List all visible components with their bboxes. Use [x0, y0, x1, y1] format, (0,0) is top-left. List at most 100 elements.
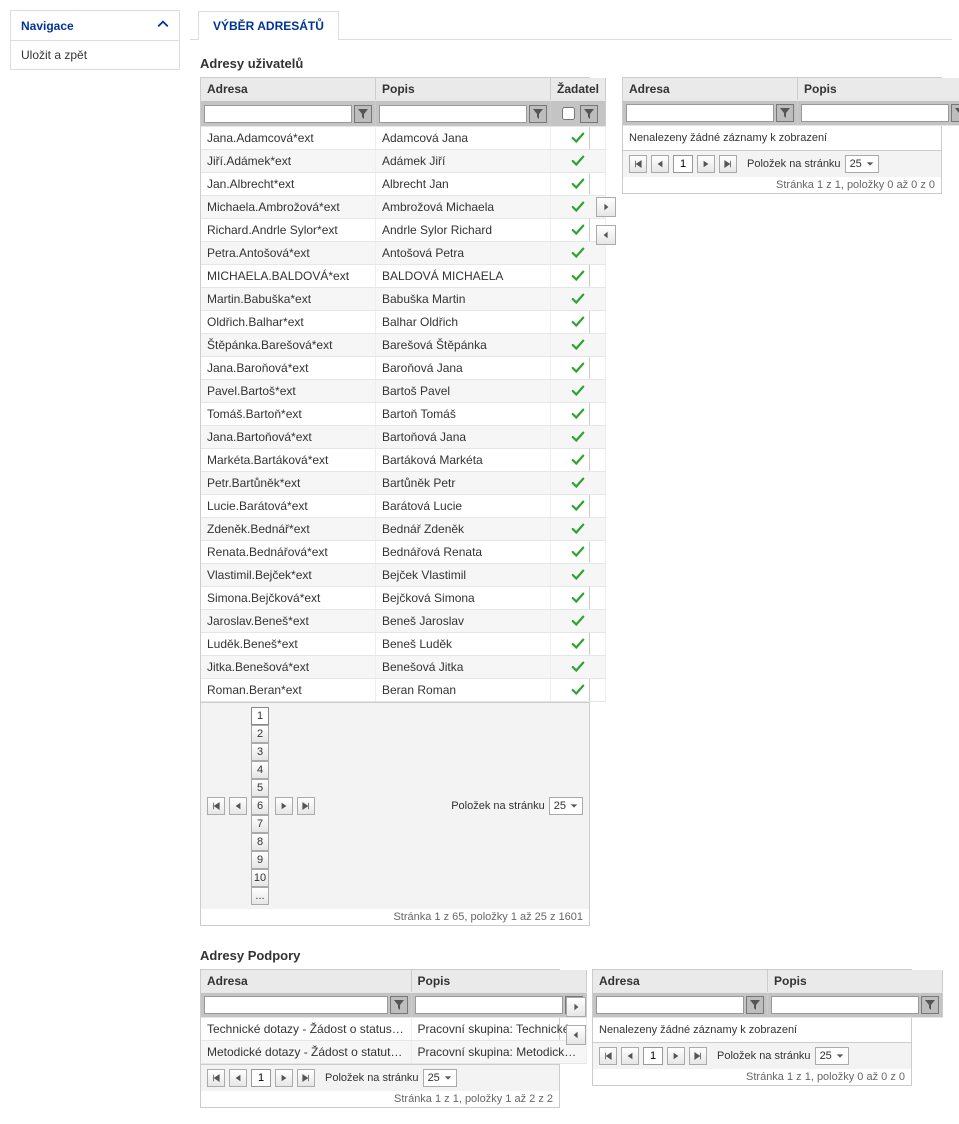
pager-page[interactable]: ...: [251, 887, 269, 905]
pager-next-icon[interactable]: [275, 797, 293, 815]
table-row[interactable]: Jan.Albrecht*extAlbrecht Jan: [201, 173, 606, 196]
table-row[interactable]: Renata.Bednářová*extBednářová Renata: [201, 541, 606, 564]
pager-page[interactable]: 6: [251, 797, 269, 815]
table-row[interactable]: Jana.Adamcová*extAdamcová Jana: [201, 127, 606, 150]
filter-adresa-input[interactable]: [626, 104, 774, 122]
pager-page-input[interactable]: [643, 1047, 663, 1065]
pager-page-input[interactable]: [251, 1069, 271, 1087]
cell-popis: Bednářová Renata: [376, 541, 551, 564]
pager-page[interactable]: 4: [251, 761, 269, 779]
table-row[interactable]: Michaela.Ambrožová*extAmbrožová Michaela: [201, 196, 606, 219]
cell-zadatel: [551, 380, 606, 403]
page-size-select[interactable]: 25: [845, 155, 879, 173]
cell-adresa: Simona.Bejčková*ext: [201, 587, 376, 610]
col-popis[interactable]: Popis: [798, 78, 959, 101]
cell-popis: Andrle Sylor Richard: [376, 219, 551, 242]
table-row[interactable]: Luděk.Beneš*extBeneš Luděk: [201, 633, 606, 656]
pager-last-icon[interactable]: [719, 155, 737, 173]
filter-adresa-input[interactable]: [204, 105, 352, 123]
table-row[interactable]: Richard.Andrle Sylor*extAndrle Sylor Ric…: [201, 219, 606, 242]
pager-next-icon[interactable]: [275, 1069, 293, 1087]
table-row[interactable]: Jitka.Benešová*extBenešová Jitka: [201, 656, 606, 679]
page-size-select[interactable]: 25: [423, 1069, 457, 1087]
filter-icon[interactable]: [390, 996, 408, 1014]
table-row[interactable]: Pavel.Bartoš*extBartoš Pavel: [201, 380, 606, 403]
pager-page[interactable]: 3: [251, 743, 269, 761]
table-row[interactable]: Vlastimil.Bejček*extBejček Vlastimil: [201, 564, 606, 587]
filter-popis-input[interactable]: [379, 105, 527, 123]
pager-first-icon[interactable]: [207, 1069, 225, 1087]
pager-next-icon[interactable]: [697, 155, 715, 173]
filter-icon[interactable]: [951, 104, 959, 122]
nav-header[interactable]: Navigace: [11, 11, 179, 41]
pager-first-icon[interactable]: [207, 797, 225, 815]
col-adresa[interactable]: Adresa: [201, 78, 376, 101]
table-row[interactable]: MICHAELA.BALDOVÁ*extBALDOVÁ MICHAELA: [201, 265, 606, 288]
filter-adresa-input[interactable]: [596, 996, 744, 1014]
page-size-select[interactable]: 25: [815, 1047, 849, 1065]
pager-page[interactable]: 7: [251, 815, 269, 833]
filter-popis-input[interactable]: [771, 996, 919, 1014]
table-row[interactable]: Oldřich.Balhar*extBalhar Oldřich: [201, 311, 606, 334]
table-row[interactable]: Jiří.Adámek*extAdámek Jiří: [201, 150, 606, 173]
table-row[interactable]: Metodické dotazy - Žádost o statuts ho..…: [201, 1041, 586, 1064]
pager-last-icon[interactable]: [689, 1047, 707, 1065]
col-popis[interactable]: Popis: [411, 970, 586, 993]
table-row[interactable]: Zdeněk.Bednář*extBednář Zdeněk: [201, 518, 606, 541]
pager-page[interactable]: 5: [251, 779, 269, 797]
pager-first-icon[interactable]: [629, 155, 647, 173]
cell-adresa: Roman.Beran*ext: [201, 679, 376, 702]
move-right-button[interactable]: [566, 997, 586, 1017]
table-row[interactable]: Markéta.Bartáková*extBartáková Markéta: [201, 449, 606, 472]
pager-page[interactable]: 2: [251, 725, 269, 743]
pager-page-input[interactable]: [673, 155, 693, 173]
pager-page[interactable]: 10: [251, 869, 269, 887]
filter-icon[interactable]: [776, 104, 794, 122]
table-row[interactable]: Petra.Antošová*extAntošová Petra: [201, 242, 606, 265]
filter-icon[interactable]: [746, 996, 764, 1014]
table-row[interactable]: Roman.Beran*extBeran Roman: [201, 679, 606, 702]
filter-popis-input[interactable]: [415, 996, 563, 1014]
tab-recipients[interactable]: VÝBĚR ADRESÁTŮ: [198, 11, 339, 40]
pager-prev-icon[interactable]: [651, 155, 669, 173]
col-popis[interactable]: Popis: [376, 78, 551, 101]
pager-last-icon[interactable]: [297, 797, 315, 815]
table-row[interactable]: Petr.Bartůněk*extBartůněk Petr: [201, 472, 606, 495]
move-right-button[interactable]: [596, 197, 616, 217]
pager-prev-icon[interactable]: [229, 797, 247, 815]
filter-adresa-input[interactable]: [204, 996, 388, 1014]
filter-icon[interactable]: [529, 105, 547, 123]
filter-icon[interactable]: [921, 996, 939, 1014]
col-adresa[interactable]: Adresa: [201, 970, 411, 993]
pager-page[interactable]: 1: [251, 707, 269, 725]
page-size-select[interactable]: 25: [549, 797, 583, 815]
move-left-button[interactable]: [566, 1025, 586, 1045]
filter-icon[interactable]: [354, 105, 372, 123]
col-popis[interactable]: Popis: [768, 970, 943, 993]
pager-page[interactable]: 8: [251, 833, 269, 851]
cell-popis: Benešová Jitka: [376, 656, 551, 679]
filter-popis-input[interactable]: [801, 104, 949, 122]
filter-zadatel-checkbox[interactable]: [562, 107, 575, 120]
table-row[interactable]: Martin.Babuška*extBabuška Martin: [201, 288, 606, 311]
nav-item-save-back[interactable]: Uložit a zpět: [11, 41, 179, 69]
pager-last-icon[interactable]: [297, 1069, 315, 1087]
table-row[interactable]: Jaroslav.Beneš*extBeneš Jaroslav: [201, 610, 606, 633]
pager-next-icon[interactable]: [667, 1047, 685, 1065]
pager-first-icon[interactable]: [599, 1047, 617, 1065]
table-row[interactable]: Technické dotazy - Žádost o status hod..…: [201, 1018, 586, 1041]
table-row[interactable]: Simona.Bejčková*extBejčková Simona: [201, 587, 606, 610]
move-left-button[interactable]: [596, 225, 616, 245]
pager-prev-icon[interactable]: [621, 1047, 639, 1065]
table-row[interactable]: Tomáš.Bartoň*extBartoň Tomáš: [201, 403, 606, 426]
col-adresa[interactable]: Adresa: [593, 970, 768, 993]
pager-page[interactable]: 9: [251, 851, 269, 869]
table-row[interactable]: Jana.Baroňová*extBaroňová Jana: [201, 357, 606, 380]
col-adresa[interactable]: Adresa: [623, 78, 798, 101]
check-icon: [557, 269, 599, 283]
cell-adresa: MICHAELA.BALDOVÁ*ext: [201, 265, 376, 288]
table-row[interactable]: Lucie.Barátová*extBarátová Lucie: [201, 495, 606, 518]
pager-prev-icon[interactable]: [229, 1069, 247, 1087]
table-row[interactable]: Štěpánka.Barešová*extBarešová Štěpánka: [201, 334, 606, 357]
table-row[interactable]: Jana.Bartoňová*extBartoňová Jana: [201, 426, 606, 449]
